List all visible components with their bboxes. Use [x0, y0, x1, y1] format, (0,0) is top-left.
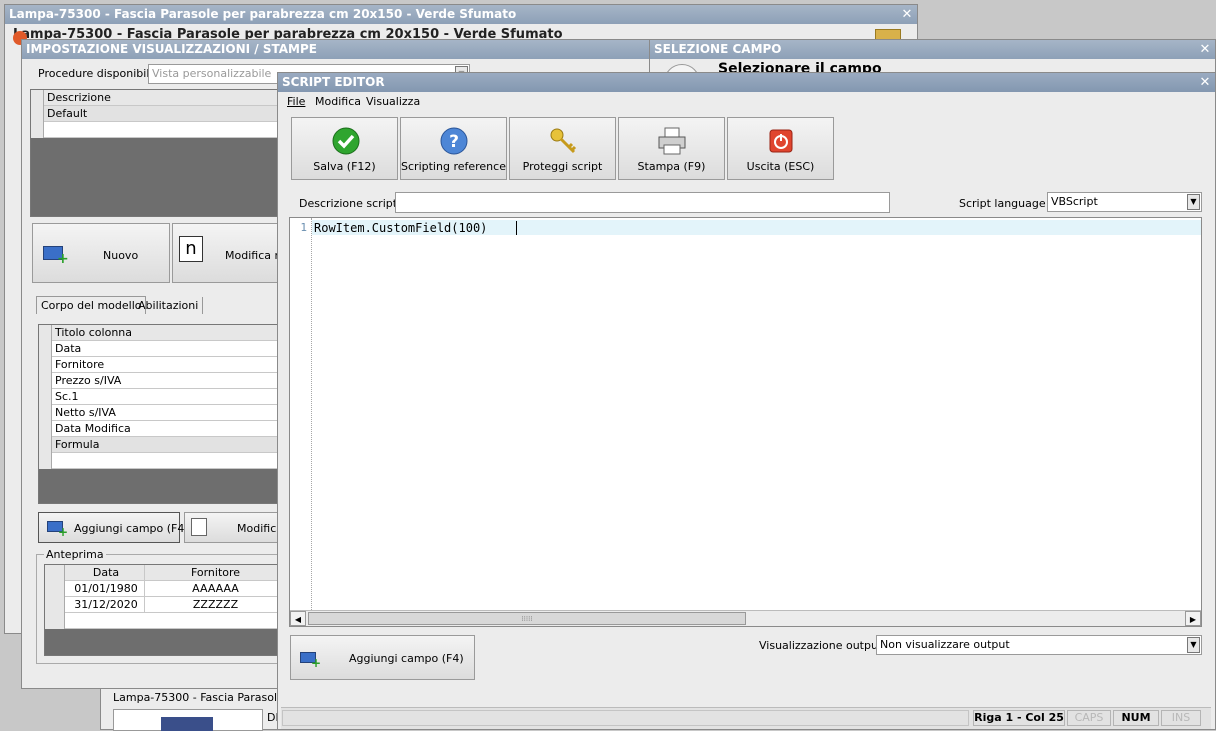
- bottom-window-thumbnail-icon: [161, 717, 213, 731]
- tab-abilitazioni[interactable]: Abilitazioni: [134, 297, 204, 314]
- line-number-gutter: 1: [290, 218, 312, 626]
- procedure-label: Procedure disponibili :: [38, 67, 160, 80]
- preview-gutter: [45, 565, 65, 629]
- code-line[interactable]: RowItem.CustomField(100): [314, 221, 487, 235]
- selezione-title: SELEZIONE CAMPO: [650, 40, 1215, 59]
- columns-grid-gutter: [39, 325, 52, 469]
- exit-label: Uscita (ESC): [746, 160, 815, 173]
- script-language-label: Script language :: [959, 197, 1053, 210]
- ins-indicator: INS: [1161, 710, 1201, 726]
- scroll-left-icon[interactable]: ◀: [290, 611, 306, 626]
- script-editor-window: SCRIPT EDITOR ✕ File Modifica Visualizza…: [277, 72, 1216, 730]
- scripting-reference-label: Scripting reference: [401, 160, 506, 173]
- save-label: Salva (F12): [313, 160, 376, 173]
- menu-visualizza[interactable]: Visualizza: [366, 95, 420, 108]
- product-window-title: Lampa-75300 - Fascia Parasole per parabr…: [5, 5, 917, 24]
- scripting-reference-button[interactable]: ? Scripting reference: [400, 117, 507, 180]
- column-row[interactable]: Data: [52, 341, 287, 357]
- add-plus-icon: +: [57, 251, 69, 267]
- print-label: Stampa (F9): [637, 160, 706, 173]
- column-row[interactable]: Formula: [52, 437, 287, 453]
- aggiungi-campo-left-label: Aggiungi campo (F4): [74, 522, 189, 535]
- column-row[interactable]: Sc.1: [52, 389, 287, 405]
- nuovo-button[interactable]: + Nuovo: [32, 223, 170, 283]
- num-indicator: NUM: [1113, 710, 1159, 726]
- menu-file[interactable]: File: [287, 95, 305, 108]
- column-row-empty: [52, 453, 287, 469]
- columns-header: Titolo colonna: [52, 325, 287, 341]
- script-editor-close-icon[interactable]: ✕: [1199, 73, 1211, 92]
- add-field-editor-plus-icon: +: [311, 656, 322, 670]
- horizontal-scrollbar[interactable]: ◀ ⁞⁞⁞⁞⁞ ▶: [290, 610, 1201, 626]
- aggiungi-campo-button-left[interactable]: + Aggiungi campo (F4): [38, 512, 189, 543]
- description-label: Descrizione script :: [299, 197, 405, 210]
- scroll-thumb[interactable]: ⁞⁞⁞⁞⁞: [308, 612, 746, 625]
- tab-corpo-modello[interactable]: Corpo del modello: [36, 296, 147, 314]
- help-icon: ?: [440, 127, 468, 155]
- preview-grid: Data Fornitore 01/01/1980 AAAAAA 31/12/2…: [44, 564, 284, 656]
- nuovo-label: Nuovo: [103, 249, 139, 262]
- columns-grid: Titolo colonna Data Fornitore Prezzo s/I…: [38, 324, 288, 504]
- power-icon: [769, 129, 793, 153]
- preview-row-empty: [65, 613, 283, 629]
- aggiungi-campo-button[interactable]: + Aggiungi campo (F4): [290, 635, 475, 680]
- exit-button[interactable]: Uscita (ESC): [727, 117, 834, 180]
- output-label: Visualizzazione output :: [759, 639, 890, 652]
- text-cursor: [516, 221, 517, 235]
- description-input[interactable]: [395, 192, 890, 213]
- scroll-right-icon[interactable]: ▶: [1185, 611, 1201, 626]
- modifica-campo-button[interactable]: Modifica: [184, 512, 284, 543]
- product-window-close-icon[interactable]: ✕: [901, 5, 913, 24]
- preview-header-data: Data: [65, 565, 145, 581]
- anteprima-label: Anteprima: [44, 548, 106, 561]
- preview-cell: ZZZZZZ: [145, 597, 283, 613]
- protect-script-label: Proteggi script: [522, 160, 603, 173]
- column-row[interactable]: Netto s/IVA: [52, 405, 287, 421]
- column-row[interactable]: Data Modifica: [52, 421, 287, 437]
- save-button[interactable]: Salva (F12): [291, 117, 398, 180]
- view-list: Descrizione Default: [30, 89, 290, 217]
- preview-header-fornitore: Fornitore: [145, 565, 283, 581]
- protect-script-button[interactable]: Proteggi script: [509, 117, 616, 180]
- caps-indicator: CAPS: [1067, 710, 1111, 726]
- svg-text:?: ?: [449, 132, 459, 152]
- output-select[interactable]: Non visualizzare output ▼: [876, 635, 1202, 655]
- column-row[interactable]: Fornitore: [52, 357, 287, 373]
- view-list-gutter: [31, 90, 44, 138]
- impostazione-title: IMPOSTAZIONE VISUALIZZAZIONI / STAMPE: [22, 40, 660, 59]
- selezione-close-icon[interactable]: ✕: [1199, 40, 1211, 59]
- script-editor-title: SCRIPT EDITOR: [278, 73, 1215, 92]
- key-icon: [550, 128, 577, 154]
- view-list-item[interactable]: Default: [44, 106, 289, 122]
- status-bar: Riga 1 - Col 25 CAPS NUM INS: [281, 707, 1211, 729]
- line-number: 1: [300, 221, 307, 234]
- column-row[interactable]: Prezzo s/IVA: [52, 373, 287, 389]
- view-list-header: Descrizione: [44, 90, 289, 106]
- printer-icon: [658, 127, 686, 155]
- modifica-nome-button[interactable]: n Modifica no: [172, 223, 288, 283]
- code-editor[interactable]: 1 RowItem.CustomField(100) ◀ ⁞⁞⁞⁞⁞ ▶: [289, 217, 1202, 627]
- edit-pencil-icon: [191, 518, 207, 536]
- view-list-empty: [44, 122, 289, 138]
- preview-cell: 01/01/1980: [65, 581, 145, 597]
- check-icon: [332, 127, 360, 155]
- preview-cell: 31/12/2020: [65, 597, 145, 613]
- bottom-window-title: Lampa-75300 - Fascia Parasole pe: [113, 691, 302, 704]
- preview-cell: AAAAAA: [145, 581, 283, 597]
- aggiungi-campo-label: Aggiungi campo (F4): [349, 652, 464, 665]
- script-language-select[interactable]: VBScript ▼: [1047, 192, 1202, 212]
- output-dropdown-icon[interactable]: ▼: [1187, 637, 1200, 653]
- script-language-dropdown-icon[interactable]: ▼: [1187, 194, 1200, 210]
- print-button[interactable]: Stampa (F9): [618, 117, 725, 180]
- product-window-bottom: Lampa-75300 - Fascia Parasole pe DE: [100, 688, 301, 731]
- add-field-plus-icon: +: [58, 525, 69, 539]
- menu-modifica[interactable]: Modifica: [315, 95, 361, 108]
- rename-icon: n: [179, 236, 203, 262]
- status-left-panel: [282, 710, 969, 726]
- cursor-position: Riga 1 - Col 25: [973, 710, 1065, 726]
